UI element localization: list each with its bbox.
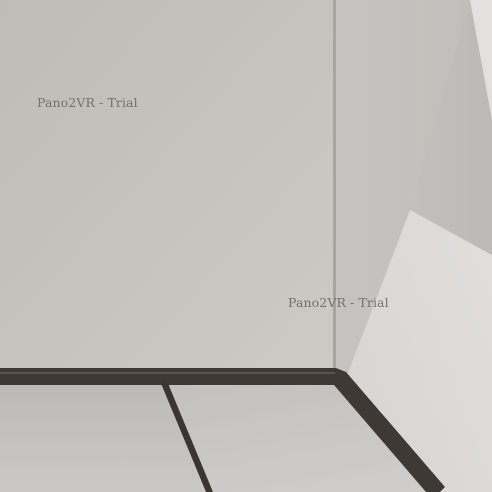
- left-wall: [0, 0, 334, 368]
- panorama-scene: [0, 0, 492, 492]
- panorama-viewer[interactable]: Pano2VR - Trial Pano2VR - Trial: [0, 0, 492, 492]
- trial-watermark: Pano2VR - Trial: [37, 95, 138, 110]
- baseboard-left: [0, 368, 336, 385]
- trial-watermark: Pano2VR - Trial: [288, 295, 389, 310]
- wall-corner: [333, 0, 336, 372]
- baseboard-left-highlight: [0, 372, 336, 374]
